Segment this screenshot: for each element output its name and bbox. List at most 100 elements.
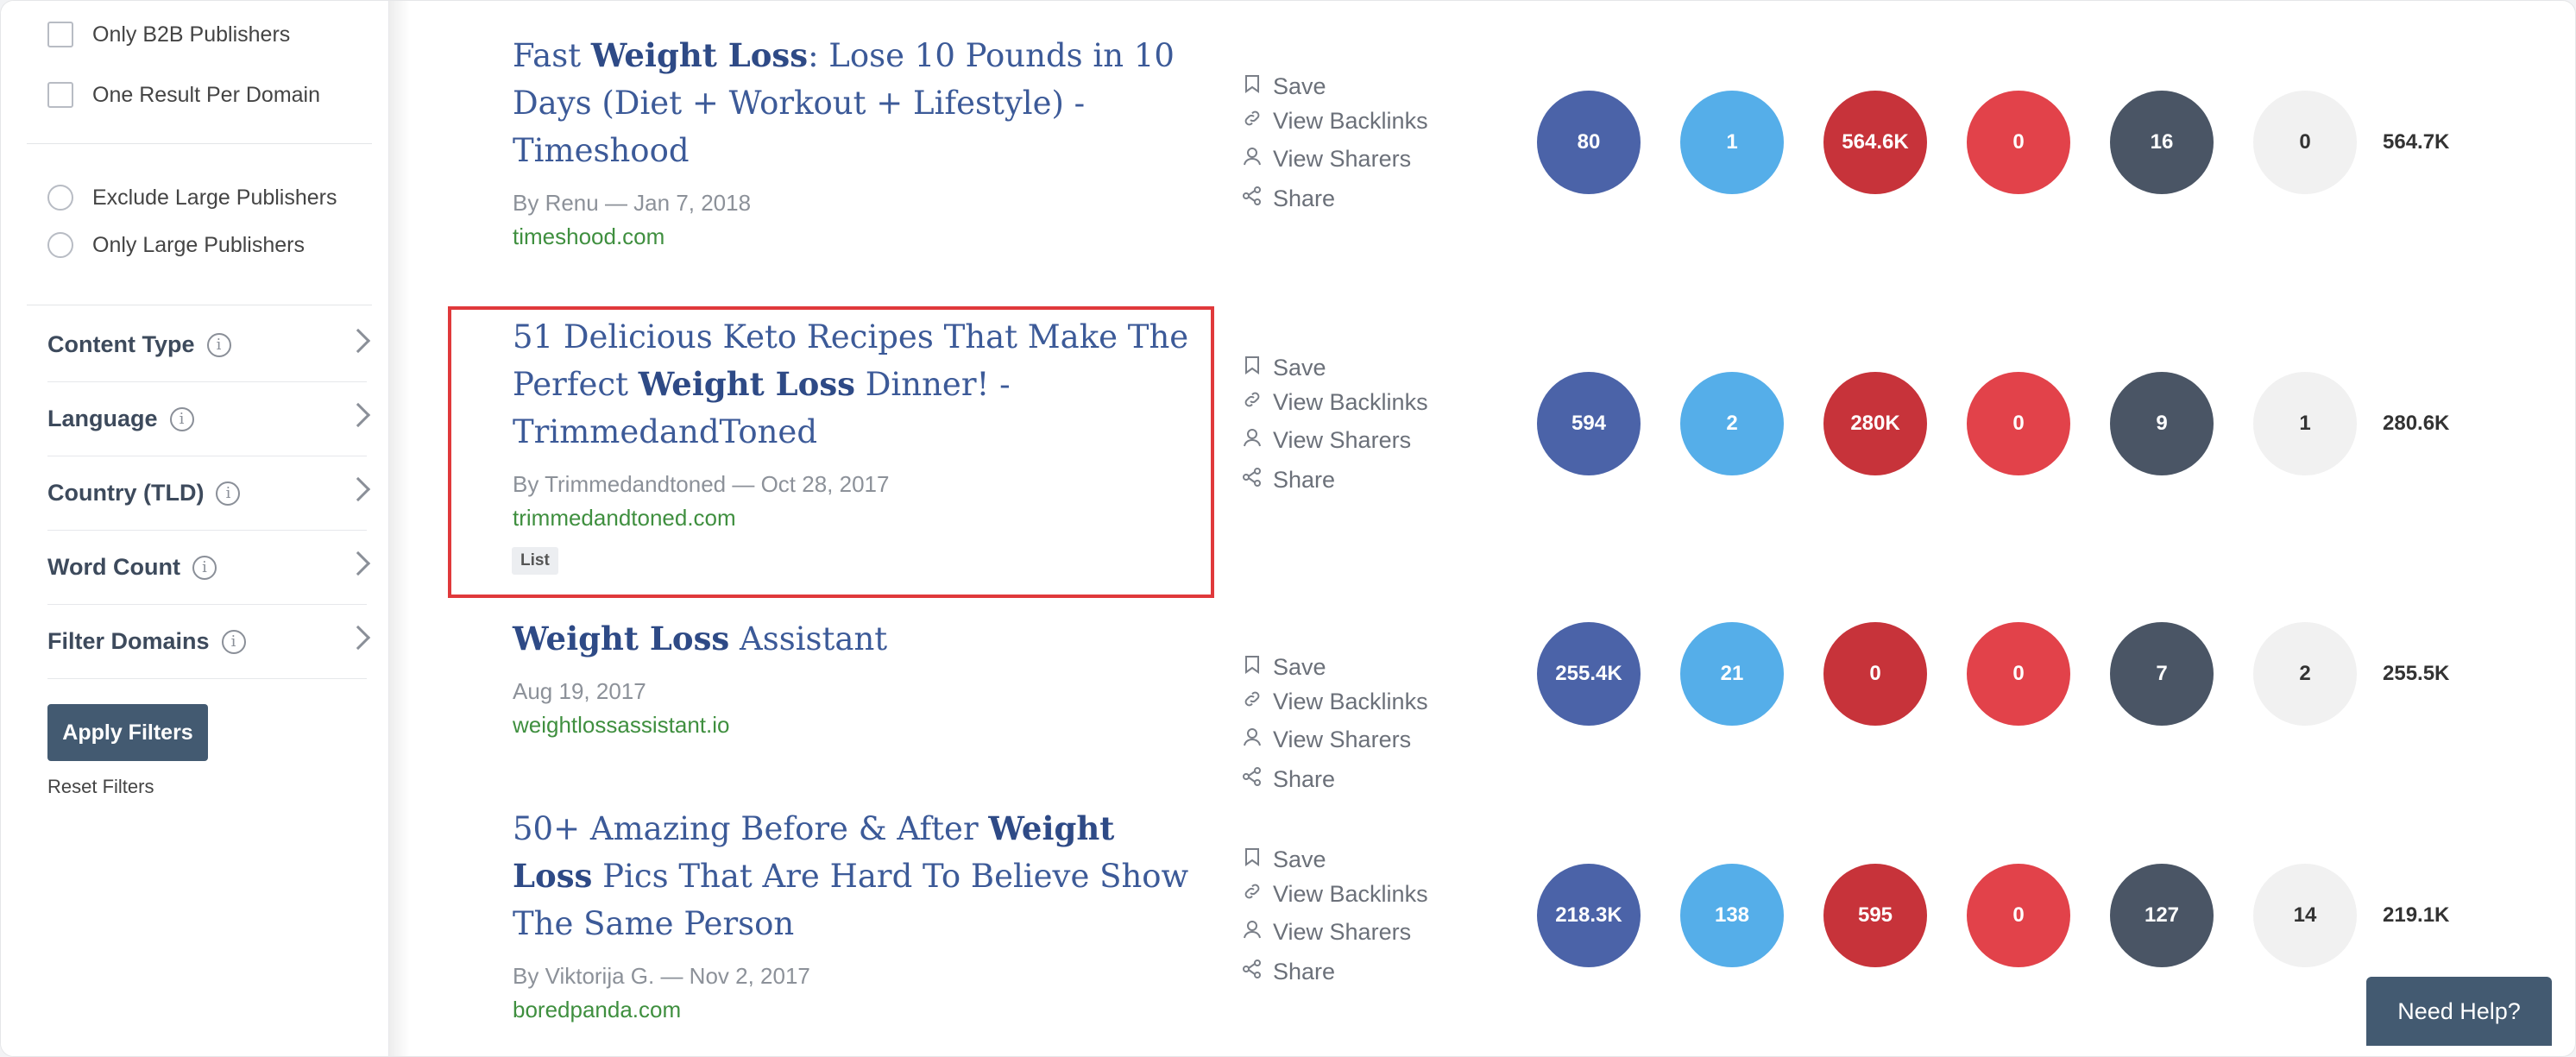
title-keyword: Weight Loss bbox=[513, 620, 730, 657]
action-label: View Backlinks bbox=[1273, 108, 1428, 134]
result-domain-link[interactable]: boredpanda.com bbox=[513, 997, 681, 1023]
view-sharers-link[interactable]: View Sharers bbox=[1242, 727, 1411, 753]
result-domain-link[interactable]: timeshood.com bbox=[513, 223, 664, 250]
one-result-per-domain-checkbox[interactable] bbox=[47, 82, 73, 108]
save-link[interactable]: Save bbox=[1242, 73, 1326, 100]
pinterest-shares-circle: 595 bbox=[1823, 864, 1927, 967]
chevron-right-icon bbox=[345, 625, 371, 651]
action-label: View Backlinks bbox=[1273, 881, 1428, 907]
filter-label: Content Type bbox=[47, 331, 195, 357]
filter-label: Word Count bbox=[47, 554, 180, 580]
view-sharers-link[interactable]: View Sharers bbox=[1242, 146, 1411, 173]
user-icon bbox=[1242, 146, 1263, 173]
action-label: Share bbox=[1273, 186, 1336, 211]
link-icon bbox=[1242, 389, 1263, 416]
action-label: Share bbox=[1273, 467, 1336, 493]
info-icon[interactable]: i bbox=[169, 406, 194, 431]
total-engagement: 255.5K bbox=[2383, 662, 2450, 685]
bookmark-icon bbox=[1242, 73, 1263, 100]
twitter-shares-circle: 1 bbox=[1680, 91, 1784, 194]
result-title-link[interactable]: Weight Loss Assistant bbox=[513, 615, 1194, 663]
action-label: Save bbox=[1273, 654, 1326, 680]
results-panel: Only B2B Publishers One Result Per Domai… bbox=[0, 0, 2576, 1057]
filter-language[interactable]: Language i bbox=[47, 382, 371, 456]
chevron-right-icon bbox=[345, 551, 371, 576]
pinterest-shares-circle: 564.6K bbox=[1823, 91, 1927, 194]
bookmark-icon bbox=[1242, 846, 1263, 873]
action-label: View Backlinks bbox=[1273, 689, 1428, 714]
evergreen-score-circle: 14 bbox=[2253, 864, 2357, 967]
link-icon bbox=[1242, 108, 1263, 135]
number-of-links-circle: 16 bbox=[2110, 91, 2214, 194]
reddit-engagement-circle: 0 bbox=[1967, 372, 2070, 475]
action-label: Save bbox=[1273, 73, 1326, 99]
twitter-shares-circle: 138 bbox=[1680, 864, 1784, 967]
user-icon bbox=[1242, 919, 1263, 946]
save-link[interactable]: Save bbox=[1242, 355, 1326, 381]
only-large-publishers-radio[interactable] bbox=[47, 232, 73, 258]
only-b2b-publishers-checkbox-row[interactable]: Only B2B Publishers bbox=[47, 22, 290, 47]
exclude-large-publishers-radio-row[interactable]: Exclude Large Publishers bbox=[47, 185, 337, 211]
view-backlinks-link[interactable]: View Backlinks bbox=[1242, 881, 1428, 908]
number-of-links-circle: 127 bbox=[2110, 864, 2214, 967]
result-title-link[interactable]: 50+ Amazing Before & After Weight Loss P… bbox=[513, 805, 1194, 947]
info-icon[interactable]: i bbox=[206, 332, 231, 357]
result-byline: Aug 19, 2017 bbox=[513, 678, 646, 704]
title-text: 50+ Amazing Before & After bbox=[513, 810, 989, 847]
title-text: Assistant bbox=[729, 620, 888, 657]
info-icon[interactable]: i bbox=[221, 629, 246, 654]
action-label: View Backlinks bbox=[1273, 389, 1428, 415]
total-engagement: 280.6K bbox=[2383, 412, 2450, 435]
save-link[interactable]: Save bbox=[1242, 654, 1326, 681]
checkbox-label: Only B2B Publishers bbox=[92, 22, 291, 47]
facebook-engagement-circle: 218.3K bbox=[1537, 864, 1641, 967]
filter-domains[interactable]: Filter Domains i bbox=[47, 605, 371, 679]
action-label: Share bbox=[1273, 959, 1336, 985]
share-link[interactable]: Share bbox=[1242, 959, 1335, 985]
reddit-engagement-circle: 0 bbox=[1967, 91, 2070, 194]
filter-content-type[interactable]: Content Type i bbox=[47, 308, 371, 382]
only-large-publishers-radio-row[interactable]: Only Large Publishers bbox=[47, 232, 305, 258]
share-icon bbox=[1242, 766, 1263, 793]
share-link[interactable]: Share bbox=[1242, 186, 1335, 212]
filter-word-count[interactable]: Word Count i bbox=[47, 531, 371, 605]
facebook-engagement-circle: 255.4K bbox=[1537, 622, 1641, 726]
view-backlinks-link[interactable]: View Backlinks bbox=[1242, 689, 1428, 715]
apply-filters-button[interactable]: Apply Filters bbox=[47, 704, 208, 761]
share-link[interactable]: Share bbox=[1242, 766, 1335, 793]
twitter-shares-circle: 21 bbox=[1680, 622, 1784, 726]
action-label: Save bbox=[1273, 355, 1326, 381]
only-b2b-checkbox[interactable] bbox=[47, 22, 73, 47]
view-backlinks-link[interactable]: View Backlinks bbox=[1242, 389, 1428, 416]
number-of-links-circle: 7 bbox=[2110, 622, 2214, 726]
result-byline: By Viktorija G. — Nov 2, 2017 bbox=[513, 963, 810, 989]
view-backlinks-link[interactable]: View Backlinks bbox=[1242, 108, 1428, 135]
view-sharers-link[interactable]: View Sharers bbox=[1242, 427, 1411, 454]
total-engagement: 219.1K bbox=[2383, 903, 2450, 927]
reddit-engagement-circle: 0 bbox=[1967, 864, 2070, 967]
need-help-button[interactable]: Need Help? bbox=[2366, 977, 2552, 1046]
highlight-box bbox=[448, 306, 1214, 598]
view-sharers-link[interactable]: View Sharers bbox=[1242, 919, 1411, 946]
share-icon bbox=[1242, 186, 1263, 212]
action-label: Share bbox=[1273, 766, 1336, 792]
chevron-right-icon bbox=[345, 402, 371, 428]
action-label: View Sharers bbox=[1273, 146, 1412, 172]
filter-label: Filter Domains bbox=[47, 628, 210, 654]
one-result-per-domain-checkbox-row[interactable]: One Result Per Domain bbox=[47, 82, 320, 108]
reset-filters-link[interactable]: Reset Filters bbox=[47, 776, 154, 798]
facebook-engagement-circle: 80 bbox=[1537, 91, 1641, 194]
exclude-large-publishers-radio[interactable] bbox=[47, 185, 73, 211]
radio-label: Only Large Publishers bbox=[92, 232, 305, 257]
evergreen-score-circle: 1 bbox=[2253, 372, 2357, 475]
info-icon[interactable]: i bbox=[216, 481, 241, 506]
share-link[interactable]: Share bbox=[1242, 467, 1335, 494]
total-engagement: 564.7K bbox=[2383, 130, 2450, 154]
result-title-link[interactable]: Fast Weight Loss: Lose 10 Pounds in 10 D… bbox=[513, 32, 1194, 174]
filter-country-tld[interactable]: Country (TLD) i bbox=[47, 456, 371, 531]
sidebar-shadow bbox=[389, 1, 410, 1056]
save-link[interactable]: Save bbox=[1242, 846, 1326, 873]
checkbox-label: One Result Per Domain bbox=[92, 82, 321, 107]
result-domain-link[interactable]: weightlossassistant.io bbox=[513, 712, 729, 739]
info-icon[interactable]: i bbox=[192, 555, 217, 580]
